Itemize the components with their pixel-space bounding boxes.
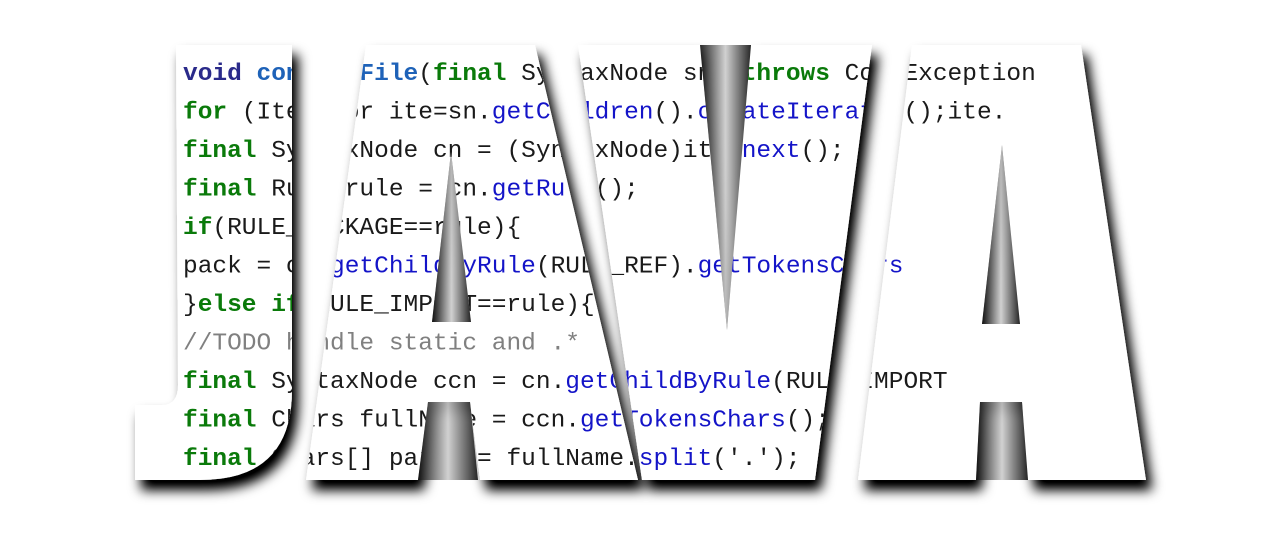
code-token: SyntaxNode ccn = cn. bbox=[257, 369, 566, 396]
code-line: if(RULE_PACKAGE==rule){ bbox=[183, 215, 521, 242]
code-token: getRule bbox=[492, 177, 595, 204]
code-line: }else if(RULE_IMPORT==rule){ bbox=[183, 292, 595, 319]
code-token: (Iterator ite=sn. bbox=[227, 100, 492, 127]
code-token: pack = cn. bbox=[183, 254, 330, 281]
code-token: ( bbox=[418, 61, 433, 88]
code-token: CodeException bbox=[830, 61, 1036, 88]
code-token: void bbox=[183, 61, 257, 88]
code-token: final bbox=[183, 369, 257, 396]
code-token: (RULE_IMPORT bbox=[771, 369, 947, 396]
code-line: for (Iterator ite=sn.getChildren().creat… bbox=[183, 100, 1006, 127]
code-token: else bbox=[198, 292, 257, 319]
code-token: ();ite. bbox=[903, 100, 1006, 127]
code-token: next bbox=[742, 138, 801, 165]
code-token: getChildren bbox=[492, 100, 654, 127]
code-token: ('.') bbox=[712, 446, 786, 473]
code-line: final Chars[] parts = fullName.split('.'… bbox=[183, 446, 801, 473]
code-token: Chars fullName = ccn. bbox=[257, 408, 580, 435]
code-token: final bbox=[183, 177, 257, 204]
code-line: pack = cn.getChildByRule(RULE_REF).getTo… bbox=[183, 254, 903, 281]
code-token: final bbox=[433, 61, 507, 88]
code-token: (); bbox=[786, 408, 830, 435]
code-token bbox=[257, 292, 272, 319]
code-token: getChildByRule bbox=[565, 369, 771, 396]
code-token: final bbox=[183, 138, 257, 165]
code-token: for bbox=[183, 100, 227, 127]
java-logo: void convertFile(final SyntaxNode sn) th… bbox=[135, 45, 1146, 480]
code-token: (); bbox=[595, 177, 639, 204]
code-line: final Chars fullName = ccn.getTokensChar… bbox=[183, 408, 830, 435]
code-line: final SyntaxNode ccn = cn.getChildByRule… bbox=[183, 369, 948, 396]
code-token: final bbox=[183, 446, 257, 473]
code-token: (RULE_PACKAGE==rule){ bbox=[212, 215, 521, 242]
code-token: SyntaxNode cn = (SyntaxNode)ite. bbox=[257, 138, 742, 165]
a1-notch bbox=[418, 402, 478, 480]
code-token: getTokensChars bbox=[580, 408, 786, 435]
code-token: //TODO handle static and .* bbox=[183, 331, 580, 358]
code-token: convertFile bbox=[257, 61, 419, 88]
code-line: final Rule rule = cn.getRule(); bbox=[183, 177, 639, 204]
code-token: throws bbox=[742, 61, 830, 88]
a2-notch bbox=[976, 402, 1028, 480]
code-token: ; bbox=[786, 446, 801, 473]
code-token: } bbox=[183, 292, 198, 319]
code-token: if bbox=[271, 292, 300, 319]
code-line: //TODO handle static and .* bbox=[183, 331, 580, 358]
code-token: if bbox=[183, 215, 212, 242]
code-line: void convertFile(final SyntaxNode sn) th… bbox=[183, 61, 1036, 88]
code-token: (RULE_REF). bbox=[536, 254, 698, 281]
code-token: split bbox=[639, 446, 713, 473]
code-token: (). bbox=[654, 100, 698, 127]
code-line: final SyntaxNode cn = (SyntaxNode)ite.ne… bbox=[183, 138, 845, 165]
code-token: final bbox=[183, 408, 257, 435]
code-token: getChildByRule bbox=[330, 254, 536, 281]
code-token: (); bbox=[801, 138, 845, 165]
